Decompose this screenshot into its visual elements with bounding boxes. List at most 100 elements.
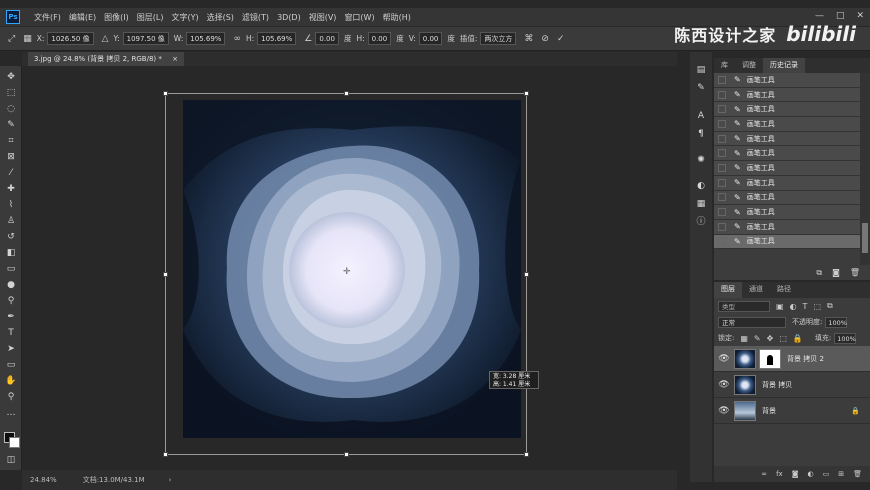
interp-select[interactable]: 两次立方 xyxy=(480,32,517,45)
new-layer-icon[interactable]: ⊞ xyxy=(838,470,844,478)
history-brush-checkbox[interactable] xyxy=(718,193,726,202)
lock-position-icon[interactable]: ✥ xyxy=(767,334,774,343)
history-brush-checkbox[interactable] xyxy=(718,119,726,128)
visibility-eye-icon[interactable]: 👁 xyxy=(714,406,734,416)
history-state-row[interactable]: ✎ 画笔工具 xyxy=(714,205,860,220)
close-tab-icon[interactable]: × xyxy=(172,55,178,63)
history-scroll-thumb[interactable] xyxy=(862,223,868,253)
visibility-eye-icon[interactable]: 👁 xyxy=(714,380,734,390)
menu-filter[interactable]: 滤镜(T) xyxy=(242,12,269,23)
history-state-row[interactable]: ✎ 画笔工具 xyxy=(714,102,860,118)
history-brush-checkbox[interactable] xyxy=(718,105,726,114)
history-state-row[interactable]: ✎ 画笔工具 xyxy=(714,234,860,250)
eyedropper-tool-icon[interactable]: ⁄ xyxy=(5,167,17,179)
history-brush-checkbox[interactable] xyxy=(718,178,726,187)
crop-tool-icon[interactable]: ⌗ xyxy=(5,135,17,147)
history-brush-checkbox[interactable] xyxy=(718,163,726,172)
shape-tool-icon[interactable]: ▭ xyxy=(5,359,17,371)
gradient-tool-icon[interactable]: ▭ xyxy=(5,263,17,275)
history-state-row[interactable]: ✎ 画笔工具 xyxy=(714,117,860,132)
hand-tool-icon[interactable]: ✋ xyxy=(5,375,17,387)
menu-image[interactable]: 图像(I) xyxy=(104,12,129,23)
tab-history[interactable]: 历史记录 xyxy=(763,58,805,73)
history-brush-icon[interactable]: ↺ xyxy=(5,231,17,243)
history-state-row[interactable]: ✎ 画笔工具 xyxy=(714,219,860,235)
snapshot-camera-icon[interactable]: ◙ xyxy=(832,268,840,277)
link-layers-icon[interactable]: ∞ xyxy=(761,470,767,478)
background-color-swatch[interactable] xyxy=(9,437,20,448)
commit-transform-icon[interactable]: ✓ xyxy=(557,34,565,44)
tab-layers[interactable]: 图层 xyxy=(714,282,742,298)
history-scrollbar[interactable] xyxy=(860,73,870,265)
lock-image-icon[interactable]: ✎ xyxy=(754,334,761,343)
path-select-icon[interactable]: ➤ xyxy=(5,343,17,355)
transform-handle-top[interactable] xyxy=(344,91,349,96)
menu-layer[interactable]: 图层(L) xyxy=(137,12,164,23)
history-brush-checkbox[interactable] xyxy=(718,134,726,143)
new-document-from-state-icon[interactable]: ⧉ xyxy=(816,268,822,278)
zoom-tool-icon[interactable]: ⚲ xyxy=(5,391,17,403)
quick-mask-icon[interactable]: ◫ xyxy=(5,454,17,466)
new-group-icon[interactable]: ▭ xyxy=(823,470,830,478)
layer-row[interactable]: 👁 背景 拷贝 xyxy=(714,372,870,398)
menu-view[interactable]: 视图(V) xyxy=(309,12,337,23)
adjustments-panel-icon[interactable]: ◐ xyxy=(695,180,707,192)
transform-handle-bottom[interactable] xyxy=(344,452,349,457)
history-panel-icon[interactable]: ▤ xyxy=(695,64,707,76)
lock-transparent-icon[interactable]: ▦ xyxy=(740,334,748,343)
tab-paths[interactable]: 路径 xyxy=(770,282,798,298)
tab-libraries[interactable]: 库 xyxy=(714,58,735,73)
info-panel-icon[interactable]: ⓘ xyxy=(695,216,707,228)
link-icon[interactable]: ∞ xyxy=(233,34,241,44)
menu-window[interactable]: 窗口(W) xyxy=(344,12,374,23)
frame-tool-icon[interactable]: ⊠ xyxy=(5,151,17,163)
color-panel-icon[interactable]: ✺ xyxy=(695,154,707,166)
healing-brush-icon[interactable]: ✚ xyxy=(5,183,17,195)
tab-adjustments[interactable]: 调整 xyxy=(735,58,763,73)
height-field[interactable]: 105.69% xyxy=(257,32,297,45)
angle-field[interactable]: 0.00 xyxy=(315,32,339,45)
transform-handle-bottom-right[interactable] xyxy=(524,452,529,457)
tab-channels[interactable]: 通道 xyxy=(742,282,770,298)
blur-tool-icon[interactable]: ● xyxy=(5,279,17,291)
character-panel-icon[interactable]: A xyxy=(695,110,707,122)
layer-row[interactable]: 👁 背景 🔒 xyxy=(714,398,870,424)
history-brush-checkbox[interactable] xyxy=(718,222,726,231)
lock-all-icon[interactable]: 🔒 xyxy=(793,334,803,343)
width-field[interactable]: 105.69% xyxy=(186,32,226,45)
history-state-row[interactable]: ✎ 画笔工具 xyxy=(714,161,860,176)
vskew-field[interactable]: 0.00 xyxy=(418,32,443,45)
filter-smart-icon[interactable]: ⧉ xyxy=(827,301,833,311)
history-state-row[interactable]: ✎ 画笔工具 xyxy=(714,131,860,147)
warp-icon[interactable]: ⌘ xyxy=(524,34,533,44)
history-state-row[interactable]: ✎ 画笔工具 xyxy=(714,73,860,88)
menu-file[interactable]: 文件(F) xyxy=(34,12,61,23)
more-tools-icon[interactable]: … xyxy=(5,407,17,419)
filter-adjust-icon[interactable]: ◐ xyxy=(790,302,797,311)
paragraph-panel-icon[interactable]: ¶ xyxy=(695,128,707,140)
layer-style-icon[interactable]: fx xyxy=(776,470,783,478)
marquee-tool-icon[interactable]: ⬚ xyxy=(5,87,17,99)
layer-name[interactable]: 背景 拷贝 2 xyxy=(787,354,824,364)
status-menu-arrow[interactable]: › xyxy=(169,476,172,484)
cancel-transform-icon[interactable]: ⊘ xyxy=(541,34,549,44)
adjustment-layer-icon[interactable]: ◐ xyxy=(808,470,814,478)
transform-handle-bottom-left[interactable] xyxy=(163,452,168,457)
x-field[interactable]: 1026.50 像 xyxy=(47,32,94,45)
filter-type-icon[interactable]: T xyxy=(803,302,808,311)
history-state-row[interactable]: ✎ 画笔工具 xyxy=(714,190,860,206)
menu-3d[interactable]: 3D(D) xyxy=(277,13,301,22)
delete-state-icon[interactable]: 🗑 xyxy=(850,268,860,277)
y-field[interactable]: 1097.50 像 xyxy=(122,32,169,45)
history-brush-checkbox[interactable] xyxy=(718,208,726,217)
transform-handle-top-left[interactable] xyxy=(163,91,168,96)
history-brush-checkbox[interactable] xyxy=(718,90,726,99)
close-window-button[interactable]: ✕ xyxy=(856,11,864,21)
delete-layer-icon[interactable]: 🗑 xyxy=(853,470,862,478)
layer-mask-thumbnail[interactable] xyxy=(759,348,781,369)
swatches-panel-icon[interactable]: ▦ xyxy=(695,198,707,210)
transform-handle-top-right[interactable] xyxy=(524,91,529,96)
blend-mode-select[interactable]: 正常 xyxy=(718,316,786,328)
history-brush-checkbox[interactable] xyxy=(718,75,726,84)
history-state-row[interactable]: ✎ 画笔工具 xyxy=(714,87,860,103)
